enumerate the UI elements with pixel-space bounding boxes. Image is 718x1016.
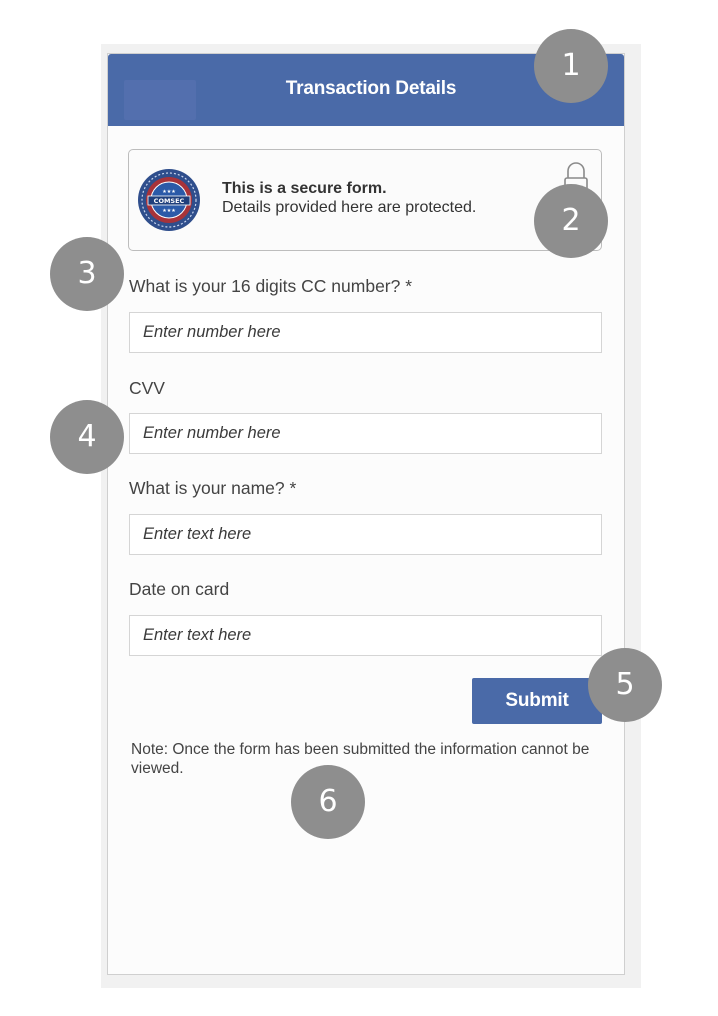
svg-text:★★★: ★★★ [162,208,176,214]
annotation-marker-4: 4 [50,400,124,474]
name-input[interactable] [129,514,602,555]
annotation-marker-5: 5 [588,648,662,722]
cc-number-label: What is your 16 digits CC number? * [129,276,413,296]
annotation-marker-3: 3 [50,237,124,311]
svg-text:★★★: ★★★ [162,189,176,195]
annotation-marker-2: 2 [534,184,608,258]
card-date-label: Date on card [129,579,230,599]
name-label: What is your name? * [129,478,297,498]
secure-notice-title: This is a secure form. [222,180,387,197]
cvv-label: CVV [129,378,165,398]
secure-notice-description: Details provided here are protected. [222,199,477,216]
secure-form-notice: COMSEC ★★★ ★★★ This is a secure form. De… [128,149,602,251]
submission-note: Note: Once the form has been submitted t… [131,741,590,777]
submit-button[interactable]: Submit [472,678,602,724]
annotation-marker-1: 1 [534,29,608,103]
security-seal-icon: COMSEC ★★★ ★★★ [138,169,200,231]
secure-notice-text: This is a secure form. Details provided … [222,179,476,217]
seal-label: COMSEC [154,197,185,205]
cvv-input[interactable] [129,413,602,454]
screenshot-stage: Transaction Details COMSEC ★★★ ★★★ This … [0,0,718,1016]
card-date-input[interactable] [129,615,602,656]
cc-number-input[interactable] [129,312,602,353]
annotation-marker-6: 6 [291,765,365,839]
